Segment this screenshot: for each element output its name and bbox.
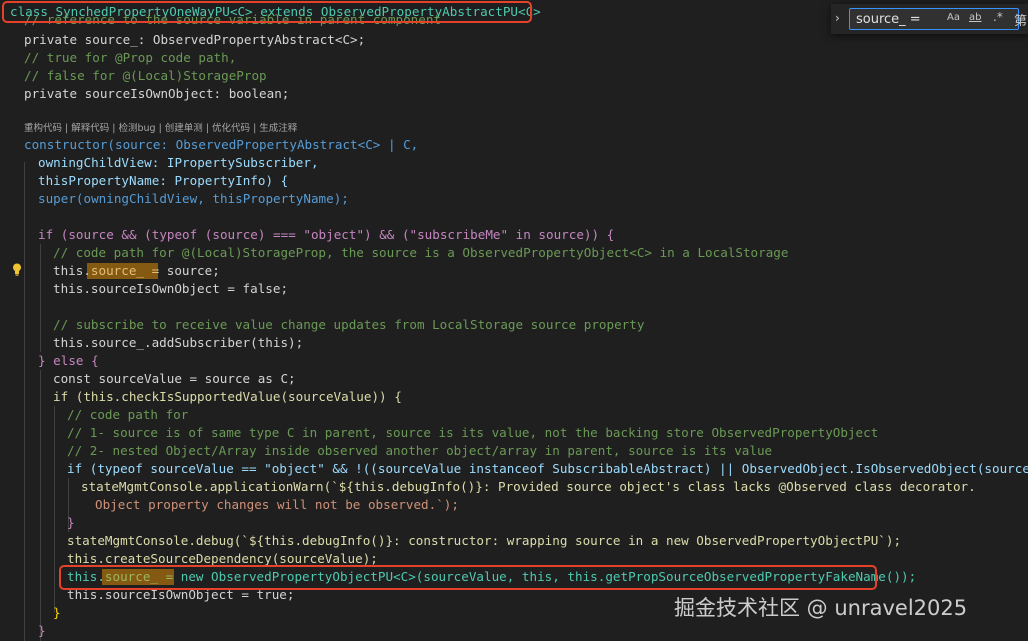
code-text: stateMgmtConsole.applicationWarn(`${this…	[81, 479, 976, 494]
code-text: if (typeof sourceValue == "object" && !(…	[67, 461, 1028, 476]
regex-icon[interactable]: .*	[993, 10, 1003, 24]
code-line-isown-false[interactable]: this.sourceIsOwnObject = false;	[0, 280, 1028, 298]
code-line-owning[interactable]: owningChildView: IPropertySubscriber,	[0, 154, 1028, 172]
code-line-add-subscriber[interactable]: this.source_.addSubscriber(this);	[0, 334, 1028, 352]
code-line-debug[interactable]: stateMgmtConsole.debug(`${this.debugInfo…	[0, 532, 1028, 550]
code-text: }	[38, 623, 46, 638]
code-line-warn-2[interactable]: Object property changes will not be obse…	[0, 496, 1028, 514]
code-text: this.source_.addSubscriber(this);	[53, 335, 304, 350]
code-text: stateMgmtConsole.debug(`${this.debugInfo…	[67, 533, 902, 548]
code-text: thisPropertyName: PropertyInfo) {	[38, 173, 289, 188]
annotation-box-class	[2, 1, 532, 23]
annotation-box-assign	[59, 565, 877, 590]
code-editor[interactable]: class SynchedPropertyOneWayPU<C> extends…	[0, 0, 1028, 641]
match-case-icon[interactable]: Aa	[947, 12, 960, 23]
code-text: this.sourceIsOwnObject = false;	[53, 281, 289, 296]
code-text: constructor(source: ObservedPropertyAbst…	[24, 137, 419, 152]
codelens-actions[interactable]: 重构代码 | 解释代码 | 检测bug | 创建单测 | 优化代码 | 生成注释	[24, 122, 297, 136]
code-text: const sourceValue = source as C;	[53, 371, 296, 386]
code-line-if-supported[interactable]: if (this.checkIsSupportedValue(sourceVal…	[0, 388, 1028, 406]
find-match-highlight	[87, 263, 158, 279]
code-text: }	[53, 605, 61, 620]
code-line-comment-true[interactable]: // true for @Prop code path,	[0, 49, 1028, 67]
code-line-if-typeof[interactable]: if (typeof sourceValue == "object" && !(…	[0, 460, 1028, 478]
chevron-right-icon[interactable]: ›	[835, 11, 840, 25]
whole-word-icon[interactable]: ab	[969, 12, 981, 23]
code-text: }	[67, 515, 75, 530]
code-line-const[interactable]: const sourceValue = source as C;	[0, 370, 1028, 388]
code-line-warn-1[interactable]: stateMgmtConsole.applicationWarn(`${this…	[0, 478, 1028, 496]
code-line-close-else[interactable]: }	[0, 622, 1028, 640]
code-line-else[interactable]: } else {	[0, 352, 1028, 370]
code-text: if (source && (typeof (source) === "obje…	[38, 227, 615, 242]
code-line-thisprop[interactable]: thisPropertyName: PropertyInfo) {	[0, 172, 1028, 190]
code-text: } else {	[38, 353, 99, 368]
code-line-close-inner[interactable]: }	[0, 514, 1028, 532]
code-text: // 1- source is of same type C in parent…	[67, 425, 879, 440]
code-text: // code path for @(Local)StorageProp, th…	[53, 245, 789, 260]
code-line-comment-false[interactable]: // false for @(Local)StorageProp	[0, 67, 1028, 85]
code-text: this.createSourceDependency(sourceValue)…	[67, 551, 378, 566]
code-line-comment-localstorage[interactable]: // code path for @(Local)StorageProp, th…	[0, 244, 1028, 262]
code-text: private source_: ObservedPropertyAbstrac…	[24, 32, 366, 47]
code-line-private-isown[interactable]: private sourceIsOwnObject: boolean;	[0, 85, 1028, 103]
code-text: // code path for	[67, 407, 189, 422]
code-text: Object property changes will not be obse…	[95, 497, 459, 512]
code-text: private sourceIsOwnObject: boolean;	[24, 86, 290, 101]
code-line-constructor[interactable]: constructor(source: ObservedPropertyAbst…	[0, 136, 1028, 154]
code-text: if (this.checkIsSupportedValue(sourceVal…	[53, 389, 402, 404]
code-text: super(owningChildView, thisPropertyName)…	[38, 191, 349, 206]
code-line-if-source[interactable]: if (source && (typeof (source) === "obje…	[0, 226, 1028, 244]
code-line-comment-1[interactable]: // 1- source is of same type C in parent…	[0, 424, 1028, 442]
code-text: // 2- nested Object/Array inside observe…	[67, 443, 773, 458]
code-line-super[interactable]: super(owningChildView, thisPropertyName)…	[0, 190, 1028, 208]
truncated-label: 第	[1014, 14, 1028, 29]
code-line-comment-2[interactable]: // 2- nested Object/Array inside observe…	[0, 442, 1028, 460]
watermark: 掘金技术社区 @ unravel2025	[674, 596, 968, 620]
code-text: // false for @(Local)StorageProp	[24, 68, 267, 83]
code-line-comment-codepath[interactable]: // code path for	[0, 406, 1028, 424]
code-text: owningChildView: IPropertySubscriber,	[38, 155, 319, 170]
code-line-comment-subscribe[interactable]: // subscribe to receive value change upd…	[0, 316, 1028, 334]
code-text: // subscribe to receive value change upd…	[53, 317, 645, 332]
find-widget: › Aa ab .*	[831, 4, 1028, 34]
code-text: // true for @Prop code path,	[24, 50, 237, 65]
